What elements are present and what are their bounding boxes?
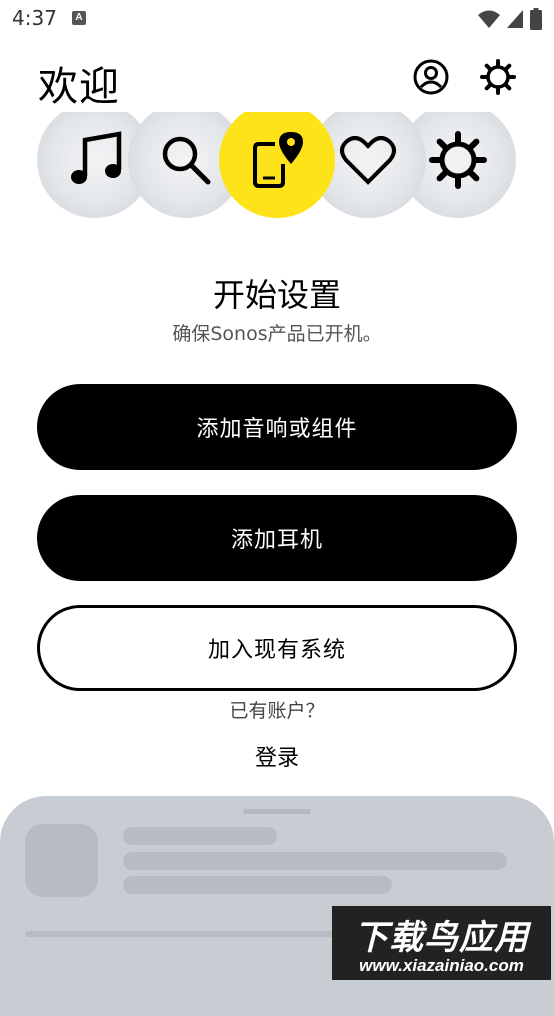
signal-icon <box>507 10 523 28</box>
battery-icon <box>530 8 542 30</box>
gear-icon <box>480 59 516 95</box>
add-speaker-button[interactable]: 添加音响或组件 <box>37 384 517 470</box>
status-time: 4:37 <box>12 6 57 30</box>
skeleton-line <box>123 876 392 894</box>
settings-button[interactable] <box>479 58 517 96</box>
heart-icon <box>340 136 396 185</box>
gear-icon <box>429 131 487 189</box>
search-icon <box>162 136 211 185</box>
account-button[interactable] <box>412 58 450 96</box>
join-system-button[interactable]: 加入现有系统 <box>37 605 517 691</box>
account-icon <box>413 59 449 95</box>
notification-icon: A <box>72 11 86 25</box>
status-bar: 4:37 A <box>0 0 554 38</box>
watermark-title: 下载鸟应用 <box>354 918 529 958</box>
add-headphones-button[interactable]: 添加耳机 <box>37 495 517 581</box>
page-title: 欢迎 <box>38 64 120 110</box>
skeleton-line <box>123 852 507 870</box>
login-link[interactable]: 登录 <box>0 740 554 772</box>
skeleton-thumbnail <box>25 824 98 897</box>
watermark-url: www.xiazainiao.com <box>359 956 524 975</box>
setup-subtitle: 确保Sonos产品已开机。 <box>172 323 382 345</box>
feature-carousel[interactable] <box>0 112 554 222</box>
phone-location-icon <box>253 132 303 188</box>
skeleton-line <box>123 827 277 845</box>
have-account-prompt: 已有账户？ <box>229 700 325 722</box>
watermark: 下载鸟应用 www.xiazainiao.com <box>332 906 551 980</box>
music-note-icon <box>71 131 122 184</box>
sheet-drag-handle[interactable] <box>243 809 311 814</box>
carousel-item-setup[interactable] <box>219 112 335 218</box>
setup-title: 开始设置 <box>212 276 341 314</box>
status-icons <box>478 8 542 30</box>
wifi-icon <box>478 10 500 28</box>
